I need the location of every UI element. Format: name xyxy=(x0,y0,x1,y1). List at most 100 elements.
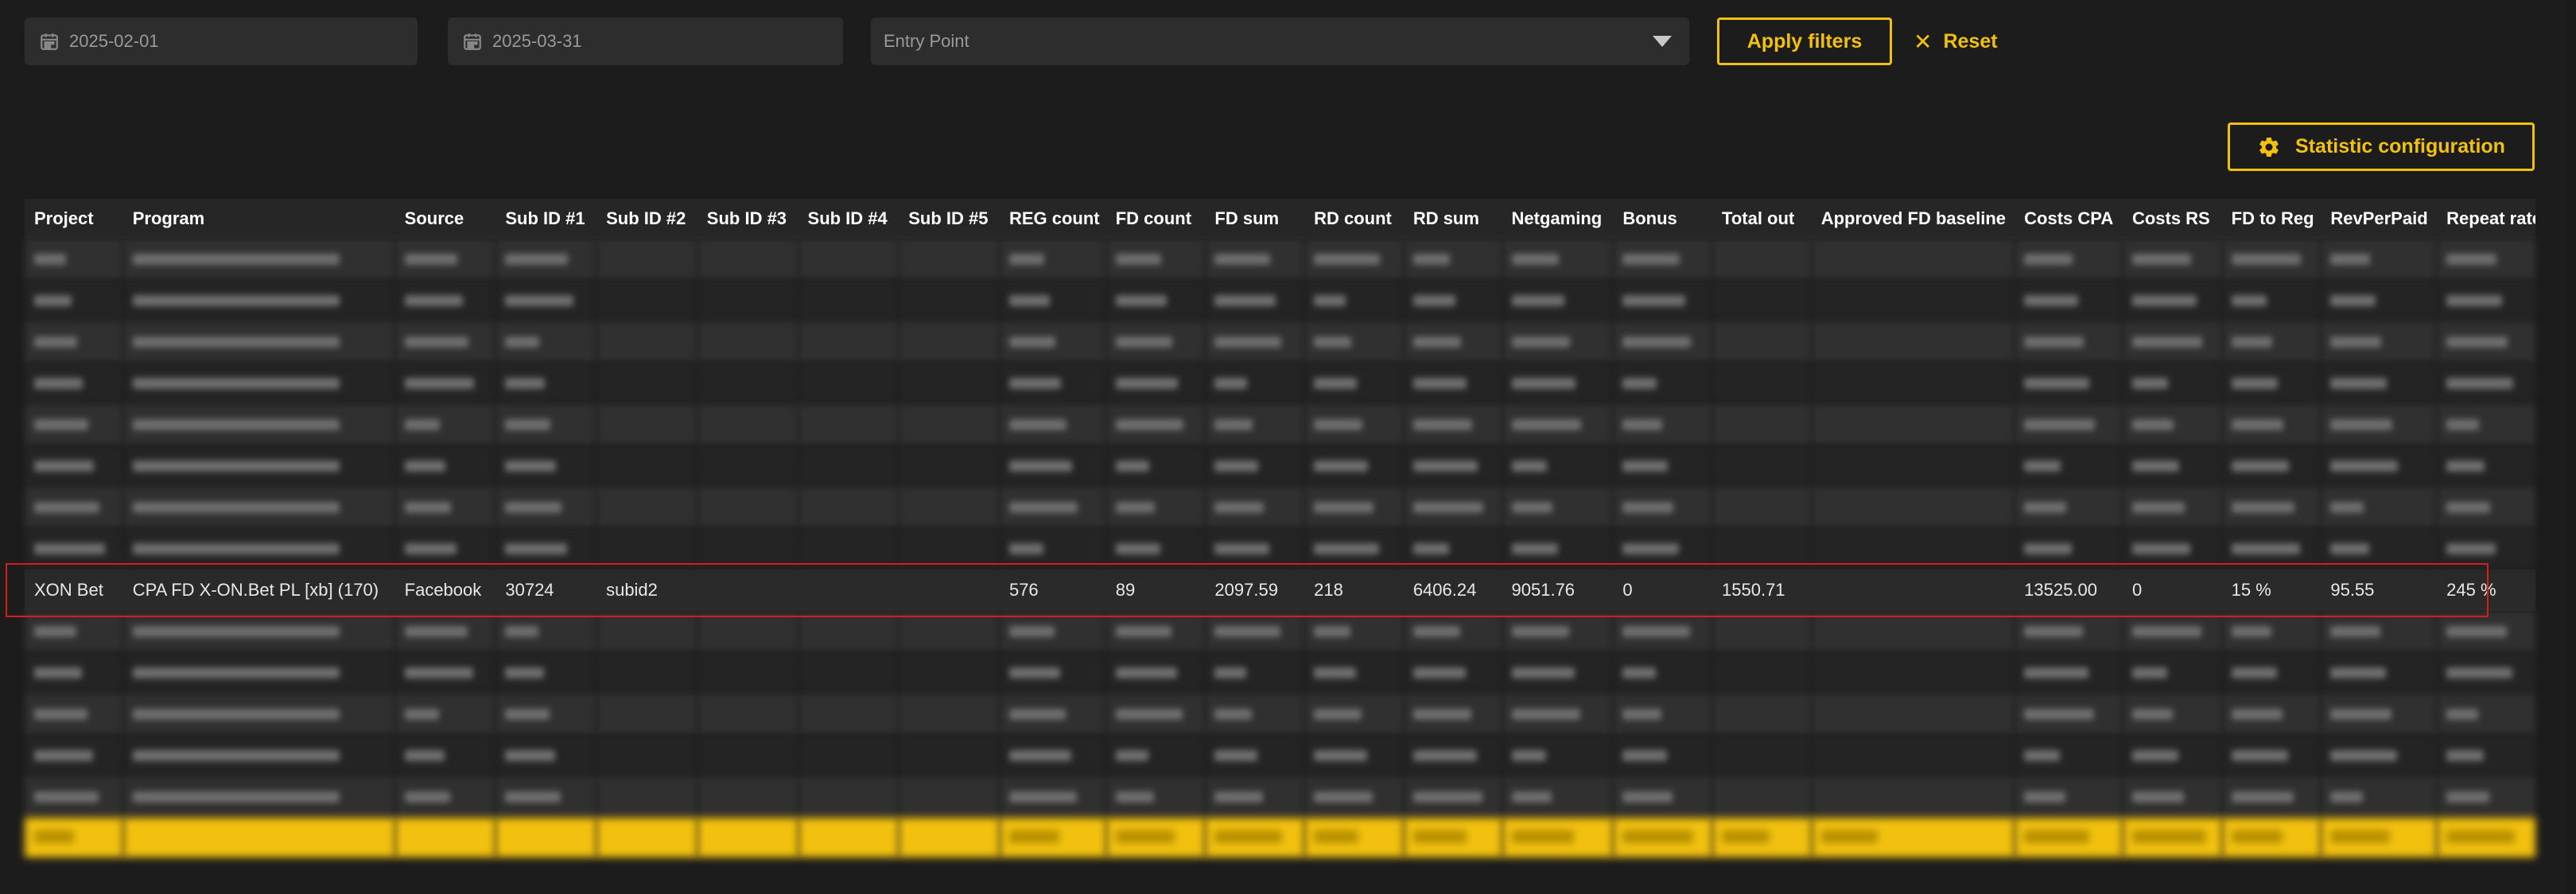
reset-button[interactable]: ✕ Reset xyxy=(1914,17,1998,65)
column-header[interactable]: REG count xyxy=(999,199,1106,239)
table-row-obscured[interactable] xyxy=(25,445,2535,487)
table-cell-obscured xyxy=(1403,776,1502,818)
table-row-obscured[interactable] xyxy=(25,694,2535,735)
table-cell-obscured xyxy=(25,280,123,321)
table-row-obscured[interactable] xyxy=(25,404,2535,445)
table-row-obscured[interactable] xyxy=(25,611,2535,652)
table-cell-obscured xyxy=(999,445,1106,487)
table-cell-obscured xyxy=(1712,487,1812,528)
table-cell-obscured xyxy=(1304,528,1404,569)
table-cell-obscured xyxy=(2015,239,2123,280)
column-header[interactable]: Sub ID #5 xyxy=(899,199,1000,239)
total-cell-obscured xyxy=(25,818,123,857)
table-cell-obscured xyxy=(2122,321,2222,363)
column-header[interactable]: Program xyxy=(122,199,395,239)
table-cell-obscured xyxy=(1205,487,1305,528)
table-cell-obscured xyxy=(2437,776,2535,818)
column-header[interactable]: RevPerPaid xyxy=(2321,199,2438,239)
table-cell-obscured xyxy=(2122,445,2222,487)
table-cell-obscured xyxy=(798,445,899,487)
table-cell-obscured xyxy=(1403,445,1502,487)
column-header[interactable]: Costs RS xyxy=(2122,199,2222,239)
table-cell-obscured xyxy=(25,652,123,694)
table-cell-obscured xyxy=(2015,652,2123,694)
table-cell-obscured xyxy=(1712,239,1812,280)
table-cell-obscured xyxy=(1105,280,1206,321)
table-cell-obscured xyxy=(1105,445,1206,487)
column-header[interactable]: FD to Reg xyxy=(2221,199,2322,239)
table-cell-obscured xyxy=(596,694,697,735)
table-row-obscured[interactable] xyxy=(25,239,2535,280)
column-header[interactable]: Sub ID #4 xyxy=(798,199,899,239)
table-cell-obscured xyxy=(2321,694,2438,735)
table-row-obscured[interactable] xyxy=(25,487,2535,528)
column-header[interactable]: Approved FD baseline xyxy=(1811,199,2015,239)
table-cell-obscured xyxy=(394,735,496,776)
table-cell-obscured xyxy=(999,404,1106,445)
table-cell-obscured xyxy=(2122,363,2222,404)
table-cell-obscured xyxy=(1811,487,2015,528)
close-icon: ✕ xyxy=(1914,29,1933,54)
table-cell-obscured xyxy=(697,652,798,694)
table-row-obscured[interactable] xyxy=(25,280,2535,321)
table-row-obscured[interactable] xyxy=(25,652,2535,694)
entry-point-select[interactable]: Entry Point xyxy=(871,17,1689,65)
column-header[interactable]: FD count xyxy=(1105,199,1206,239)
table-row-obscured[interactable] xyxy=(25,776,2535,818)
column-header[interactable]: Source xyxy=(394,199,496,239)
caret-down-icon[interactable] xyxy=(1653,36,1672,47)
vertical-scrollbar[interactable] xyxy=(2565,0,2576,894)
table-cell-obscured xyxy=(697,611,798,652)
table-cell-obscured xyxy=(899,404,1000,445)
column-header[interactable]: FD sum xyxy=(1205,199,1305,239)
table-row-obscured[interactable] xyxy=(25,528,2535,569)
column-header[interactable]: Repeat rate xyxy=(2437,199,2535,239)
table-cell-obscured xyxy=(1304,363,1404,404)
date-to-field[interactable]: 2025-03-31 xyxy=(448,17,843,65)
column-header[interactable]: Sub ID #2 xyxy=(596,199,697,239)
table-cell-obscured xyxy=(2122,404,2222,445)
table-cell-obscured xyxy=(1811,280,2015,321)
table-cell-obscured xyxy=(1304,404,1404,445)
statistic-configuration-button[interactable]: Statistic configuration xyxy=(2228,122,2535,171)
total-cell-obscured xyxy=(394,818,496,857)
table-cell: 2097.59 xyxy=(1205,569,1305,611)
table-cell-obscured xyxy=(1403,239,1502,280)
table-cell-obscured xyxy=(1205,694,1305,735)
table-row-obscured[interactable] xyxy=(25,321,2535,363)
date-from-field[interactable]: 2025-02-01 xyxy=(25,17,418,65)
column-header[interactable]: Sub ID #3 xyxy=(697,199,798,239)
table-row-obscured[interactable] xyxy=(25,735,2535,776)
table-cell-obscured xyxy=(2437,363,2535,404)
table-cell-obscured xyxy=(1502,445,1614,487)
table-cell: 245 % xyxy=(2437,569,2535,611)
table-cell-obscured xyxy=(2015,528,2123,569)
column-header[interactable]: RD sum xyxy=(1403,199,1502,239)
table-cell: 13525.00 xyxy=(2015,569,2123,611)
apply-filters-button[interactable]: Apply filters xyxy=(1717,17,1892,65)
gear-icon xyxy=(2259,137,2279,157)
column-header[interactable]: Sub ID #1 xyxy=(495,199,597,239)
date-from-value: 2025-02-01 xyxy=(69,31,159,51)
table-cell-obscured xyxy=(1205,445,1305,487)
table-cell xyxy=(899,569,1000,611)
total-cell-obscured xyxy=(1712,818,1812,857)
column-header[interactable]: Project xyxy=(25,199,123,239)
table-cell-obscured xyxy=(2437,445,2535,487)
column-header[interactable]: Bonus xyxy=(1613,199,1713,239)
table-cell-obscured xyxy=(2015,735,2123,776)
table-cell-obscured xyxy=(899,239,1000,280)
table-cell-obscured xyxy=(1712,528,1812,569)
table-cell-obscured xyxy=(394,445,496,487)
column-header[interactable]: Netgaming xyxy=(1502,199,1614,239)
column-header[interactable]: Total out xyxy=(1712,199,1812,239)
table-cell-obscured xyxy=(1205,528,1305,569)
total-cell-obscured xyxy=(1403,818,1502,857)
table-cell-obscured xyxy=(122,652,395,694)
table-cell-obscured xyxy=(2437,652,2535,694)
column-header[interactable]: Costs CPA xyxy=(2015,199,2123,239)
table-row-selected[interactable]: XON Bet CPA FD X-ON.Bet PL [xb] (170) Face… xyxy=(25,569,2535,611)
table-cell-obscured xyxy=(1712,735,1812,776)
column-header[interactable]: RD count xyxy=(1304,199,1404,239)
table-row-obscured[interactable] xyxy=(25,363,2535,404)
